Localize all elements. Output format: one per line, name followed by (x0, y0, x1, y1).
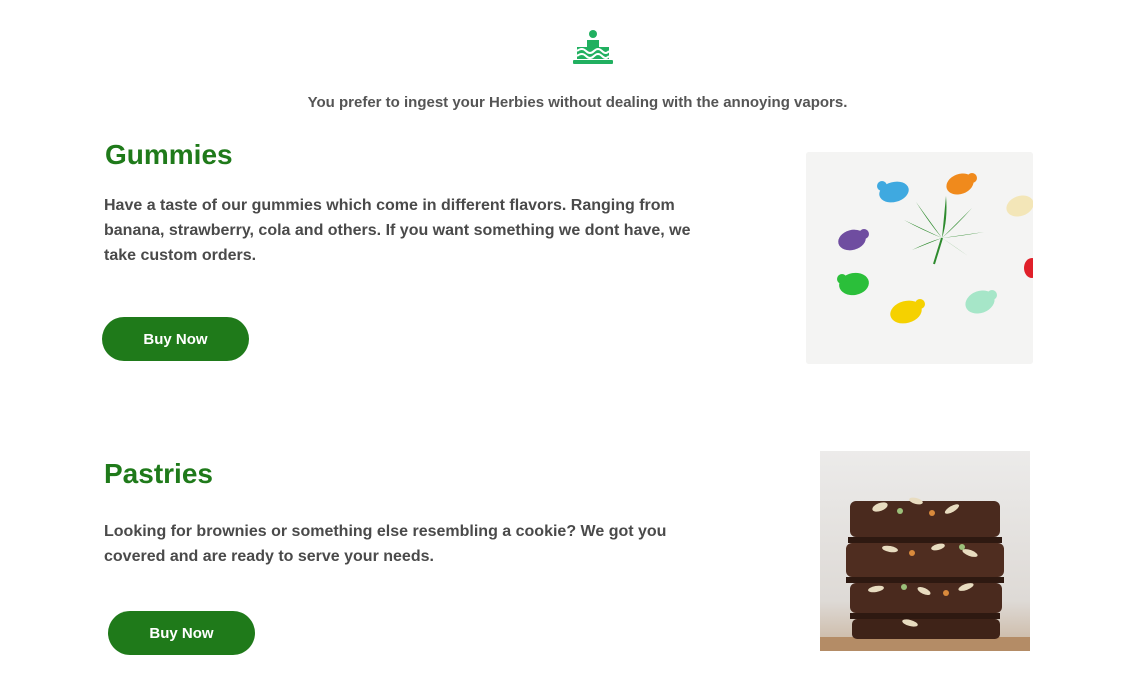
gummies-image (806, 152, 1033, 364)
pastries-image (820, 451, 1030, 651)
gummies-title: Gummies (105, 139, 233, 170)
pastries-description: Looking for brownies or something else r… (104, 523, 667, 565)
pastries-title: Pastries (104, 458, 213, 489)
cake-icon (573, 30, 613, 64)
intro-tagline: You prefer to ingest your Herbies withou… (307, 94, 848, 111)
pastries-buy-now-button[interactable]: Buy Now (108, 611, 255, 655)
gummies-buy-now-button[interactable]: Buy Now (102, 317, 249, 361)
gummies-description: Have a taste of our gummies which come i… (104, 197, 691, 264)
brownie-stack (846, 501, 1004, 639)
